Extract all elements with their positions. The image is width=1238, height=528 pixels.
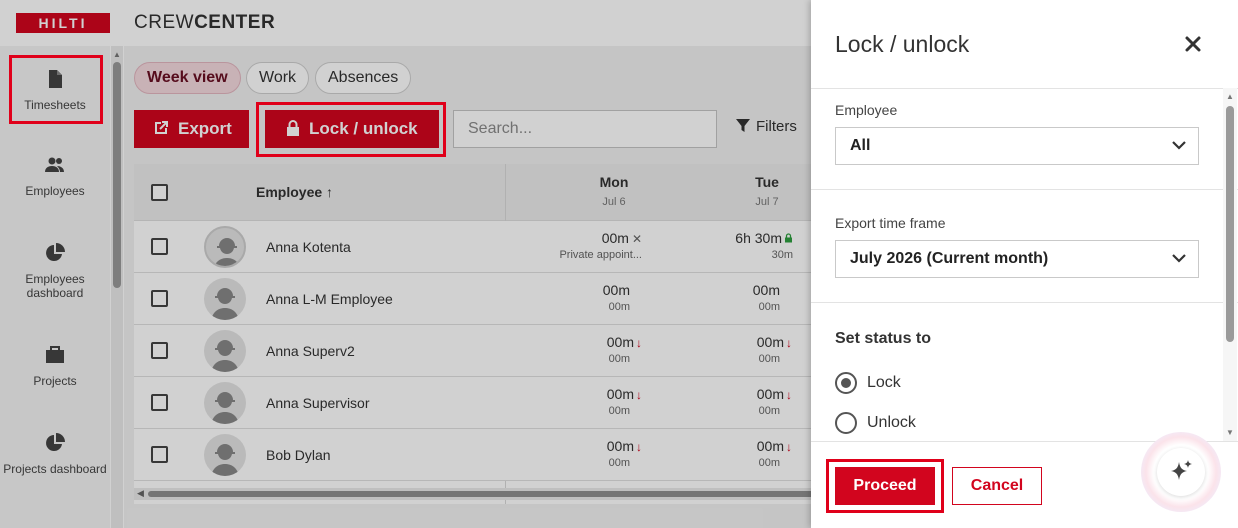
employee-select[interactable]: All bbox=[835, 127, 1199, 165]
panel-scrollbar[interactable]: ▲ ▼ bbox=[1223, 88, 1237, 442]
radio-unlock[interactable] bbox=[835, 412, 857, 434]
close-icon[interactable] bbox=[1181, 32, 1205, 56]
divider bbox=[811, 302, 1238, 303]
cancel-button[interactable]: Cancel bbox=[952, 467, 1042, 505]
highlight-box-lock-unlock bbox=[256, 102, 446, 157]
radio-lock[interactable] bbox=[835, 372, 857, 394]
chevron-down-icon bbox=[1172, 254, 1186, 263]
employee-field-label: Employee bbox=[835, 102, 898, 118]
ai-assistant-button[interactable] bbox=[1141, 432, 1221, 512]
scrollbar-thumb[interactable] bbox=[1226, 106, 1234, 342]
divider bbox=[811, 88, 1238, 89]
timeframe-select[interactable]: July 2026 (Current month) bbox=[835, 240, 1199, 278]
divider bbox=[811, 189, 1238, 190]
ai-button-inner bbox=[1157, 448, 1205, 496]
highlight-box-proceed bbox=[826, 459, 944, 513]
scroll-down-arrow-icon[interactable]: ▼ bbox=[1226, 428, 1234, 437]
status-heading: Set status to bbox=[835, 330, 932, 347]
lock-unlock-panel: Lock / unlock Employee All Export time f… bbox=[811, 0, 1238, 528]
panel-title: Lock / unlock bbox=[835, 31, 970, 57]
chevron-down-icon bbox=[1172, 141, 1186, 150]
radio-lock-label[interactable]: Lock bbox=[867, 374, 901, 392]
highlight-box-timesheets bbox=[9, 55, 103, 124]
timeframe-select-value: July 2026 (Current month) bbox=[850, 250, 1049, 267]
scroll-up-arrow-icon[interactable]: ▲ bbox=[1226, 92, 1234, 101]
timeframe-field-label: Export time frame bbox=[835, 215, 946, 231]
sparkle-icon bbox=[1171, 460, 1192, 480]
modal-backdrop[interactable] bbox=[0, 0, 811, 528]
employee-select-value: All bbox=[850, 137, 871, 154]
radio-unlock-label[interactable]: Unlock bbox=[867, 414, 916, 432]
